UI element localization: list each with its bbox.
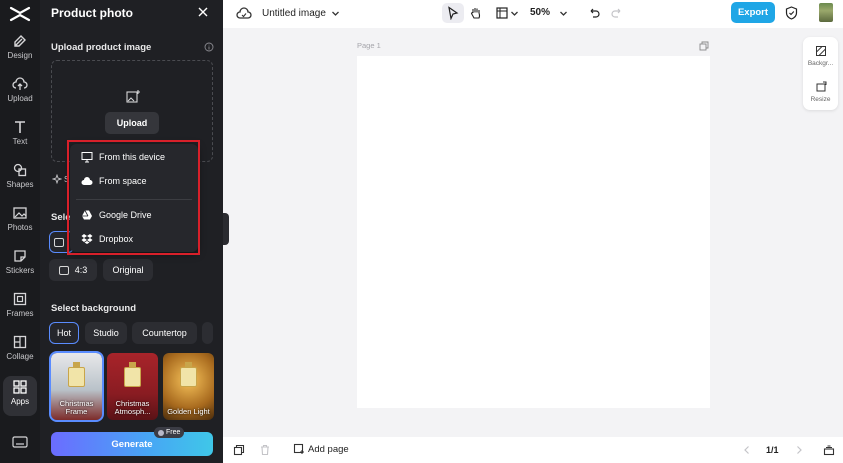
canvas-page[interactable] <box>357 56 710 408</box>
product-bottle <box>68 367 85 387</box>
thumb-label: Golden Light <box>167 407 210 416</box>
redo-icon[interactable] <box>610 6 624 20</box>
bg-thumb-christmas-atmosphere[interactable]: Christmas Atmosph... <box>107 353 158 420</box>
collage-icon <box>13 335 27 349</box>
free-label: Free <box>166 429 181 436</box>
image-add-icon <box>126 90 140 103</box>
page-label: Page 1 <box>357 41 381 50</box>
rail-item-shapes[interactable]: Shapes <box>0 159 40 199</box>
rail-label: Design <box>7 51 33 60</box>
cloud-sync-icon[interactable] <box>236 6 252 20</box>
frame-tool-icon[interactable] <box>495 6 509 20</box>
rail-item-photos[interactable]: Photos <box>0 202 40 242</box>
generate-button[interactable]: Generate <box>51 432 213 456</box>
chevron-down-icon[interactable] <box>559 9 568 18</box>
hand-icon[interactable] <box>469 6 483 20</box>
pointer-icon[interactable] <box>446 6 460 20</box>
trash-icon[interactable] <box>259 444 271 456</box>
apps-icon <box>13 380 27 394</box>
chevron-left-icon[interactable] <box>741 444 753 456</box>
product-bottle <box>180 367 197 387</box>
info-icon[interactable] <box>204 42 214 52</box>
zoom-level[interactable]: 50% <box>530 7 550 18</box>
duplicate-page-icon[interactable] <box>699 41 709 51</box>
panel-collapse-handle[interactable] <box>223 213 229 245</box>
rail-item-frames[interactable]: Frames <box>0 288 40 328</box>
tool-label: Backgr... <box>807 60 834 67</box>
chevron-right-icon[interactable] <box>793 444 805 456</box>
ratio-label: Original <box>112 265 144 275</box>
page-count: 1/1 <box>766 445 779 455</box>
bg-thumb-golden-light[interactable]: Golden Light <box>163 353 214 420</box>
thumb-label: Christmas Frame <box>59 399 94 416</box>
ratio-label: 4:3 <box>74 265 88 275</box>
rail-item-apps[interactable]: Apps <box>3 376 37 416</box>
rail-label: Shapes <box>6 180 34 189</box>
bottom-bar: Add page 1/1 <box>223 437 843 463</box>
top-bar: Untitled image 50% Export <box>223 0 843 28</box>
add-page-button[interactable]: Add page <box>293 443 349 455</box>
shapes-icon <box>13 163 27 177</box>
ratio-option-original[interactable]: Original <box>103 259 153 281</box>
text-icon <box>15 121 25 133</box>
highlight-frame <box>67 140 200 255</box>
product-bottle <box>124 367 141 387</box>
rail-label: Upload <box>7 94 33 103</box>
rail-label: Collage <box>6 352 34 361</box>
upload-icon <box>12 77 28 90</box>
rail-label: Stickers <box>5 266 35 275</box>
bg-tab-countertop[interactable]: Countertop <box>132 322 197 344</box>
chevron-down-icon[interactable] <box>331 9 340 18</box>
bg-tab-studio[interactable]: Studio <box>85 322 127 344</box>
capcut-logo-icon[interactable] <box>8 4 32 24</box>
ratio-square-icon <box>53 237 64 247</box>
resize-tool[interactable]: Resize <box>803 81 838 103</box>
rail-label: Text <box>12 137 28 146</box>
rail-item-text[interactable]: Text <box>0 116 40 156</box>
tool-label: Resize <box>810 96 831 103</box>
rail-label: Photos <box>7 223 33 232</box>
ratio-square-icon <box>58 265 69 275</box>
rail-label: Frames <box>6 309 34 318</box>
left-rail: Design Upload Text Shapes Photos Sticker… <box>0 0 40 463</box>
shield-icon[interactable] <box>785 6 798 20</box>
right-toolbar: Backgr... Resize <box>803 37 838 110</box>
rail-item-stickers[interactable]: Stickers <box>0 245 40 285</box>
rail-item-design[interactable]: Design <box>0 30 40 70</box>
thumb-label: Christmas Atmosph... <box>114 399 151 416</box>
free-badge: Free <box>154 427 185 438</box>
chevron-down-icon[interactable] <box>510 9 519 18</box>
add-page-label: Add page <box>308 443 349 455</box>
duplicate-icon[interactable] <box>233 444 245 456</box>
upload-button[interactable]: Upload <box>105 112 159 134</box>
upload-section-title: Upload product image <box>51 42 152 53</box>
rail-label: Apps <box>10 397 30 406</box>
pages-panel-icon[interactable] <box>823 444 835 456</box>
rail-item-collage[interactable]: Collage <box>0 331 40 371</box>
sparkle-icon <box>52 174 62 184</box>
bg-tab-more[interactable] <box>202 322 213 344</box>
ratio-option-4-3[interactable]: 4:3 <box>49 259 97 281</box>
document-title[interactable]: Untitled image <box>262 8 326 19</box>
keyboard-icon[interactable] <box>10 434 30 450</box>
bg-thumb-christmas-frame[interactable]: Christmas Frame <box>49 351 104 422</box>
bg-tab-hot[interactable]: Hot <box>49 322 79 344</box>
undo-icon[interactable] <box>587 6 601 20</box>
stickers-icon <box>14 250 26 262</box>
panel-title: Product photo <box>51 6 133 20</box>
avatar[interactable] <box>819 3 833 22</box>
background-tool[interactable]: Backgr... <box>803 45 838 67</box>
background-section-title: Select background <box>51 303 136 314</box>
coin-icon <box>158 429 164 436</box>
close-icon[interactable] <box>196 5 210 19</box>
rail-item-upload[interactable]: Upload <box>0 73 40 113</box>
resize-icon <box>816 81 826 92</box>
background-icon <box>815 46 826 56</box>
frames-icon <box>13 292 27 306</box>
add-page-icon <box>293 443 304 454</box>
design-icon <box>14 35 26 47</box>
photos-icon <box>13 207 27 219</box>
export-button[interactable]: Export <box>731 2 775 23</box>
